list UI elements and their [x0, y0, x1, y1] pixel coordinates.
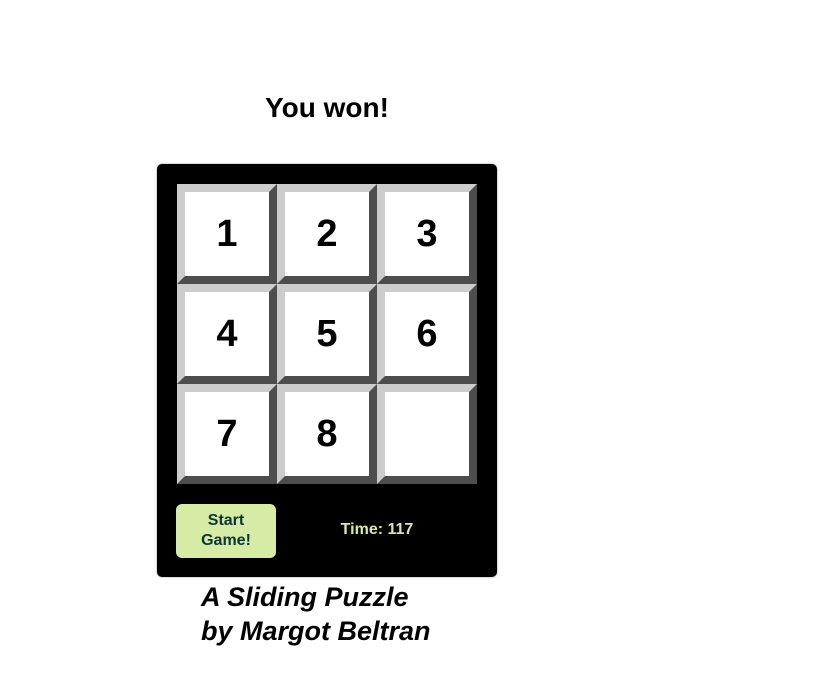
tile-6[interactable]: 6	[377, 284, 477, 384]
credits-author: by Margot Beltran	[201, 616, 431, 646]
status-title: You won!	[265, 92, 389, 123]
tile-7[interactable]: 7	[177, 384, 277, 484]
tile-grid: 1 2 3 4 5 6 7 8	[177, 184, 477, 484]
tile-3[interactable]: 3	[377, 184, 477, 284]
tile-8[interactable]: 8	[277, 384, 377, 484]
start-game-button[interactable]: Start Game!	[176, 504, 276, 558]
puzzle-board: 1 2 3 4 5 6 7 8 Start Game! Time: 117	[157, 164, 497, 577]
tile-4[interactable]: 4	[177, 284, 277, 384]
tile-2[interactable]: 2	[277, 184, 377, 284]
tile-5[interactable]: 5	[277, 284, 377, 384]
tile-empty[interactable]	[377, 384, 477, 484]
timer-display: Time: 117	[340, 521, 414, 538]
credits: A Sliding Puzzle by Margot Beltran	[201, 580, 431, 648]
tile-1[interactable]: 1	[177, 184, 277, 284]
credits-title: A Sliding Puzzle	[201, 582, 409, 612]
